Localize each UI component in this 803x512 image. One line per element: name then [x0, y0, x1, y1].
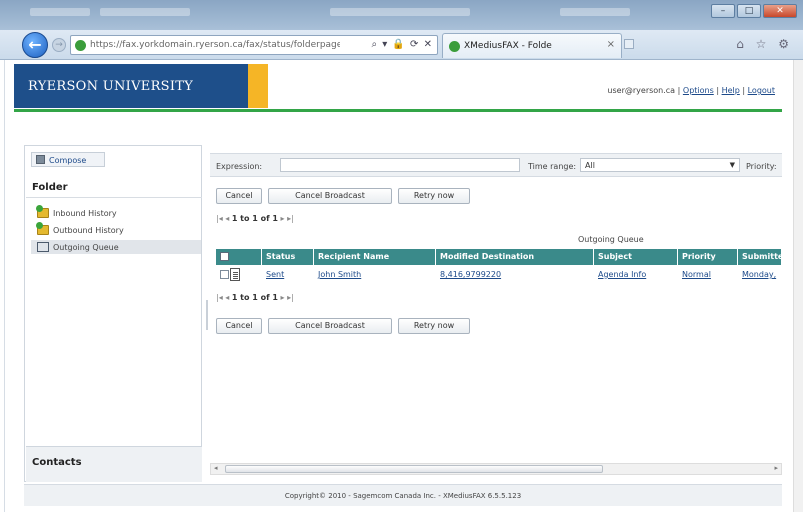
cell-recipient[interactable]: John Smith: [314, 267, 436, 283]
column-header-status[interactable]: Status: [262, 249, 314, 265]
address-bar[interactable]: https://fax.yorkdomain.ryerson.ca/fax/st…: [70, 35, 438, 55]
retry-now-button[interactable]: Retry now: [398, 188, 470, 204]
brand-name: RYERSON UNIVERSITY: [28, 79, 194, 94]
table-header: Status Recipient Name Modified Destinati…: [216, 249, 782, 265]
minimize-button[interactable]: –: [711, 4, 735, 18]
compose-label: Compose: [49, 156, 87, 165]
cancel-button[interactable]: Cancel: [216, 318, 262, 334]
horizontal-scrollbar[interactable]: ◂ ▸: [210, 463, 782, 475]
select-all-header: [216, 249, 262, 265]
titlebar-blur: [560, 8, 630, 16]
site-favicon-icon: [75, 40, 86, 51]
folder-heading: Folder: [26, 176, 202, 198]
cell-subject[interactable]: Agenda Info: [594, 267, 678, 283]
tab-title: XMediusFAX - Folde: [464, 41, 552, 51]
cell-status[interactable]: Sent: [262, 267, 314, 283]
row-select-cell: [216, 267, 262, 283]
main-panel: Expression: Time range: All ▼ Priority: …: [210, 145, 782, 482]
browser-toolbar-icons[interactable]: ⌂ ☆ ⚙: [736, 37, 793, 51]
browser-navbar: ← → https://fax.yorkdomain.ryerson.ca/fa…: [0, 30, 803, 60]
column-header-recipient[interactable]: Recipient Name: [314, 249, 436, 265]
expression-input[interactable]: [280, 158, 520, 172]
pager-next-icon[interactable]: ▸ ▸|: [281, 214, 294, 223]
sidebar-item-label: Outgoing Queue: [53, 243, 119, 252]
time-range-label: Time range:: [528, 162, 577, 171]
select-all-checkbox[interactable]: [220, 252, 229, 261]
table-row[interactable]: Sent John Smith 8,416,9799220 Agenda Inf…: [216, 267, 782, 283]
page-vertical-scrollbar[interactable]: [793, 60, 803, 512]
pager-prev-icon[interactable]: |◂ ◂: [216, 214, 229, 223]
contacts-panel-header[interactable]: Contacts: [26, 446, 202, 482]
tab-close-icon[interactable]: ×: [607, 39, 615, 50]
sidebar-item-outgoing-queue[interactable]: Outgoing Queue: [31, 240, 201, 254]
column-header-destination[interactable]: Modified Destination: [436, 249, 594, 265]
maximize-button[interactable]: □: [737, 4, 761, 18]
priority-label: Priority:: [746, 162, 777, 171]
column-header-subject[interactable]: Subject: [594, 249, 678, 265]
logo-accent-bar: [248, 64, 268, 108]
browser-tab[interactable]: XMediusFAX - Folde ×: [442, 33, 622, 58]
user-links: user@ryerson.ca | Options | Help | Logou…: [607, 86, 775, 95]
chevron-down-icon: ▼: [729, 161, 735, 169]
separator: |: [742, 86, 746, 95]
pager-prev-icon[interactable]: |◂ ◂: [216, 293, 229, 302]
sidebar-item-label: Outbound History: [53, 226, 124, 235]
column-header-submitted[interactable]: Submitted: [738, 249, 782, 265]
separator: |: [677, 86, 681, 95]
time-range-value: All: [585, 161, 595, 170]
pager-next-icon[interactable]: ▸ ▸|: [281, 293, 294, 302]
help-link[interactable]: Help: [722, 86, 740, 95]
retry-now-button[interactable]: Retry now: [398, 318, 470, 334]
footer-copyright: Copyright© 2010 - Sagemcom Canada Inc. -…: [24, 484, 782, 506]
cancel-button[interactable]: Cancel: [216, 188, 262, 204]
scrollbar-thumb[interactable]: [225, 465, 603, 473]
cancel-broadcast-button[interactable]: Cancel Broadcast: [268, 318, 392, 334]
titlebar-blur: [100, 8, 190, 16]
tab-favicon-icon: [449, 41, 460, 52]
cancel-broadcast-button[interactable]: Cancel Broadcast: [268, 188, 392, 204]
header-divider: [14, 109, 782, 112]
options-link[interactable]: Options: [683, 86, 714, 95]
scroll-left-icon[interactable]: ◂: [214, 464, 218, 472]
scroll-right-icon[interactable]: ▸: [774, 464, 778, 472]
address-bar-icons[interactable]: ⌕ ▾ 🔒 ⟳ ✕: [371, 39, 433, 50]
pager-bottom: |◂ ◂ 1 to 1 of 1 ▸ ▸|: [216, 293, 294, 302]
forward-button[interactable]: →: [52, 38, 66, 52]
close-window-button[interactable]: ✕: [763, 4, 797, 18]
document-icon[interactable]: [230, 268, 240, 281]
logout-link[interactable]: Logout: [748, 86, 775, 95]
back-button[interactable]: ←: [22, 32, 48, 58]
filter-bar: Expression: Time range: All ▼ Priority:: [210, 153, 782, 177]
outbound-folder-icon: [36, 222, 49, 235]
row-checkbox[interactable]: [220, 270, 229, 279]
queue-icon: [37, 242, 49, 252]
sidebar-item-label: Inbound History: [53, 209, 117, 218]
time-range-select[interactable]: All ▼: [580, 158, 740, 172]
cell-destination[interactable]: 8,416,9799220: [436, 267, 594, 283]
address-text[interactable]: https://fax.yorkdomain.ryerson.ca/fax/st…: [90, 40, 340, 50]
cell-priority[interactable]: Normal: [678, 267, 738, 283]
sidebar: Compose Folder Inbound History Outbound …: [24, 145, 202, 482]
expression-label: Expression:: [216, 162, 263, 171]
fax-machine-icon: [36, 155, 45, 164]
university-logo: RYERSON UNIVERSITY: [14, 64, 248, 108]
titlebar-blur: [330, 8, 470, 16]
sidebar-item-inbound-history[interactable]: Inbound History: [31, 205, 201, 220]
table-caption: Outgoing Queue: [578, 235, 644, 244]
window-titlebar: – □ ✕: [0, 0, 803, 30]
pager-range: 1 to 1 of 1: [231, 293, 278, 302]
sidebar-item-outbound-history[interactable]: Outbound History: [31, 222, 201, 237]
separator: |: [716, 86, 720, 95]
pane-splitter[interactable]: [206, 300, 208, 330]
pager-top: |◂ ◂ 1 to 1 of 1 ▸ ▸|: [216, 214, 294, 223]
user-email: user@ryerson.ca: [607, 86, 676, 95]
column-header-priority[interactable]: Priority: [678, 249, 738, 265]
titlebar-blur: [30, 8, 90, 16]
new-tab-button[interactable]: [624, 39, 634, 49]
pager-range: 1 to 1 of 1: [231, 214, 278, 223]
window-controls: – □ ✕: [711, 4, 797, 18]
compose-button[interactable]: Compose: [31, 152, 105, 167]
cell-submitted[interactable]: Monday,: [738, 267, 782, 283]
inbound-folder-icon: [36, 205, 49, 218]
